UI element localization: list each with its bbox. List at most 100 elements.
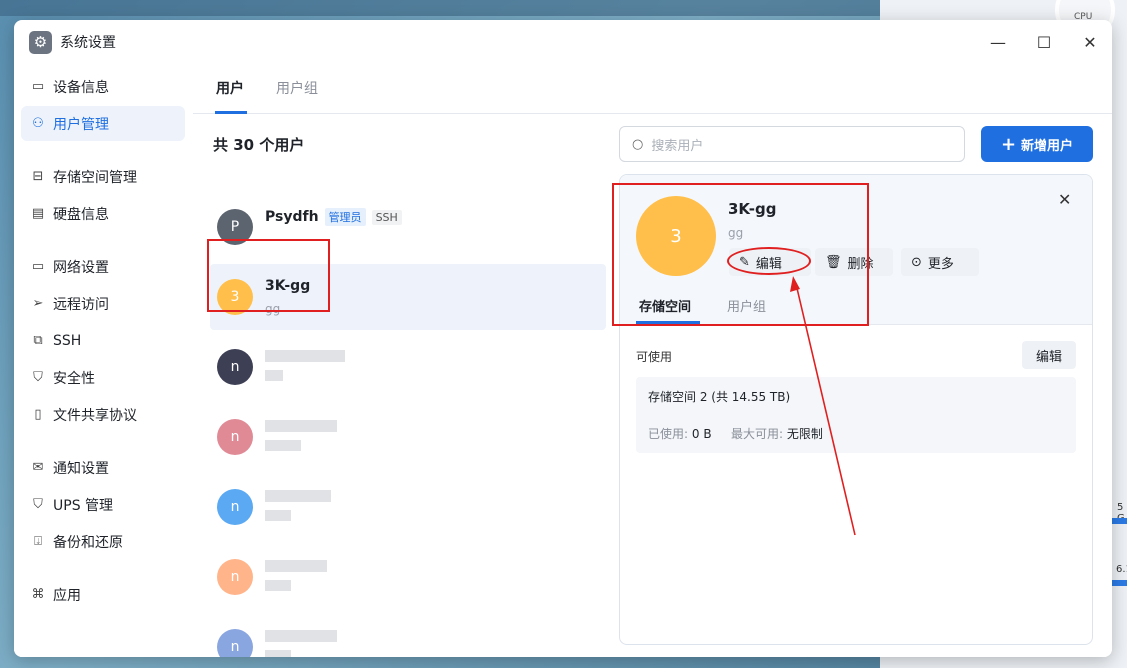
more-button[interactable]: ⊙ 更多 bbox=[901, 248, 979, 276]
sidebar-item-label: 文件共享协议 bbox=[53, 407, 137, 424]
annotation-oval-edit bbox=[727, 247, 811, 275]
redacted-name bbox=[265, 630, 337, 642]
sidebar-item-label: 安全性 bbox=[53, 370, 95, 387]
user-count: 共 30 个用户 bbox=[213, 136, 305, 154]
sidebar-item-disk-info[interactable]: ▤ 硬盘信息 bbox=[21, 196, 185, 231]
sidebar-item-label: 远程访问 bbox=[53, 296, 109, 313]
redacted-desc bbox=[265, 370, 283, 381]
minimize-icon[interactable]: — bbox=[983, 28, 1013, 56]
avatar: n bbox=[217, 349, 253, 385]
sidebar-item-label: 硬盘信息 bbox=[53, 206, 109, 223]
sidebar-item-backup[interactable]: ⍗ 备份和还原 bbox=[21, 524, 185, 559]
user-name: Psydfh 管理员 SSH bbox=[265, 208, 402, 226]
add-user-button[interactable]: + 新增用户 bbox=[981, 126, 1093, 162]
user-row[interactable]: n bbox=[210, 544, 606, 610]
shield-icon: ⛉ bbox=[33, 370, 43, 385]
sidebar-item-user-management[interactable]: ⚇ 用户管理 bbox=[21, 106, 185, 141]
close-icon[interactable]: ✕ bbox=[1075, 28, 1105, 56]
redacted-desc bbox=[265, 580, 291, 591]
avatar: n bbox=[217, 559, 253, 595]
more-icon: ⊙ bbox=[911, 254, 922, 270]
sidebar-item-remote-access[interactable]: ➢ 远程访问 bbox=[21, 286, 185, 321]
user-row[interactable]: n bbox=[210, 404, 606, 470]
backup-icon: ⍗ bbox=[34, 534, 42, 549]
sidebar: ▭ 设备信息 ⚇ 用户管理 ⊟ 存储空间管理 ▤ 硬盘信息 ▭ 网络设置 ➢ 远程访问 ⧉ S… bbox=[14, 64, 193, 657]
settings-window: ⚙ 系统设置 — ☐ ✕ ▭ 设备信息 ⚇ 用户管理 ⊟ 存储空间管理 ▤ 硬盘信息 ▭… bbox=[14, 20, 1112, 657]
max-value: 无限制 bbox=[786, 427, 823, 441]
maximize-icon[interactable]: ☐ bbox=[1029, 28, 1059, 56]
redacted-name bbox=[265, 350, 345, 362]
max-label: 最大可用: bbox=[731, 427, 784, 441]
redacted-name bbox=[265, 490, 331, 502]
mail-icon: ✉ bbox=[32, 460, 44, 475]
desktop-taskbar bbox=[0, 0, 880, 16]
sidebar-item-device-info[interactable]: ▭ 设备信息 bbox=[21, 69, 185, 104]
sidebar-item-label: 备份和还原 bbox=[53, 534, 123, 551]
more-label: 更多 bbox=[927, 256, 954, 272]
sidebar-item-network[interactable]: ▭ 网络设置 bbox=[21, 249, 185, 284]
max-stat: 最大可用: 无限制 bbox=[731, 425, 823, 442]
storage-volume-card: 存储空间 2 (共 14.55 TB) 已使用: 0 B 最大可用: 无限制 bbox=[636, 377, 1076, 453]
window-title: 系统设置 bbox=[60, 35, 116, 51]
desktop-bar-1 bbox=[1112, 518, 1127, 524]
storage-edit-button[interactable]: 编辑 bbox=[1022, 341, 1076, 369]
user-icon: ⚇ bbox=[32, 116, 44, 131]
sidebar-item-label: 设备信息 bbox=[53, 79, 109, 96]
sidebar-item-ups[interactable]: ⛉ UPS 管理 bbox=[21, 487, 185, 522]
sidebar-item-ssh[interactable]: ⧉ SSH bbox=[21, 323, 185, 358]
available-label: 可使用 bbox=[636, 350, 673, 364]
disk-icon: ▤ bbox=[31, 206, 45, 221]
sidebar-item-label: SSH bbox=[53, 332, 82, 349]
ssh-badge: SSH bbox=[371, 210, 402, 225]
redacted-name bbox=[265, 560, 327, 572]
ups-icon: ⛉ bbox=[33, 497, 43, 512]
tab-user-groups[interactable]: 用户组 bbox=[276, 78, 318, 98]
sidebar-item-security[interactable]: ⛉ 安全性 bbox=[21, 360, 185, 395]
search-icon: ○ bbox=[632, 136, 644, 152]
sidebar-item-label: UPS 管理 bbox=[53, 497, 114, 514]
ssh-icon: ⧉ bbox=[33, 333, 43, 348]
desktop-stat-2: 6.1 bbox=[1116, 564, 1127, 575]
settings-gear-icon: ⚙ bbox=[29, 30, 52, 54]
search-placeholder: 搜索用户 bbox=[651, 138, 704, 154]
apps-icon: ⌘ bbox=[31, 587, 45, 602]
used-stat: 已使用: 0 B bbox=[648, 425, 712, 442]
avatar: n bbox=[217, 629, 253, 657]
annotation-box-selected-user bbox=[207, 239, 330, 312]
user-name-text: Psydfh bbox=[265, 209, 319, 225]
sidebar-item-apps[interactable]: ⌘ 应用 bbox=[21, 577, 185, 612]
user-row[interactable]: n bbox=[210, 334, 606, 400]
sidebar-item-notifications[interactable]: ✉ 通知设置 bbox=[21, 450, 185, 485]
main-content: 用户 用户组 共 30 个用户 P Psydfh 管理员 SSH 3 3K-gg g… bbox=[193, 64, 1112, 657]
tab-underline bbox=[215, 111, 247, 114]
tab-users[interactable]: 用户 bbox=[216, 78, 244, 98]
redacted-desc bbox=[265, 510, 291, 521]
search-input[interactable]: ○ 搜索用户 bbox=[619, 126, 965, 162]
file-icon: ▯ bbox=[34, 407, 42, 422]
add-user-label: 新增用户 bbox=[1021, 138, 1074, 154]
redacted-desc bbox=[265, 650, 291, 657]
used-label: 已使用: bbox=[648, 427, 689, 441]
used-value: 0 B bbox=[691, 427, 712, 441]
user-row[interactable]: n bbox=[210, 474, 606, 540]
sidebar-item-storage[interactable]: ⊟ 存储空间管理 bbox=[21, 159, 185, 194]
send-icon: ➢ bbox=[32, 296, 44, 311]
sidebar-item-label: 通知设置 bbox=[53, 460, 109, 477]
sidebar-item-file-sharing[interactable]: ▯ 文件共享协议 bbox=[21, 397, 185, 432]
sidebar-item-label: 用户管理 bbox=[53, 116, 109, 133]
tab-bar: 用户 用户组 bbox=[193, 64, 1112, 114]
avatar: n bbox=[217, 489, 253, 525]
desktop-bar-2 bbox=[1112, 580, 1127, 586]
window-titlebar: ⚙ 系统设置 — ☐ ✕ bbox=[14, 20, 1112, 64]
sidebar-item-label: 存储空间管理 bbox=[53, 169, 137, 186]
storage-icon: ⊟ bbox=[32, 169, 44, 184]
network-icon: ▭ bbox=[31, 259, 45, 274]
volume-name: 存储空间 2 (共 14.55 TB) bbox=[648, 390, 791, 404]
redacted-name bbox=[265, 420, 337, 432]
sidebar-item-label: 网络设置 bbox=[53, 259, 109, 276]
plus-icon: + bbox=[1000, 133, 1017, 155]
close-icon[interactable]: ✕ bbox=[1058, 190, 1071, 209]
redacted-desc bbox=[265, 440, 301, 451]
avatar: n bbox=[217, 419, 253, 455]
user-row[interactable]: n bbox=[210, 614, 606, 657]
